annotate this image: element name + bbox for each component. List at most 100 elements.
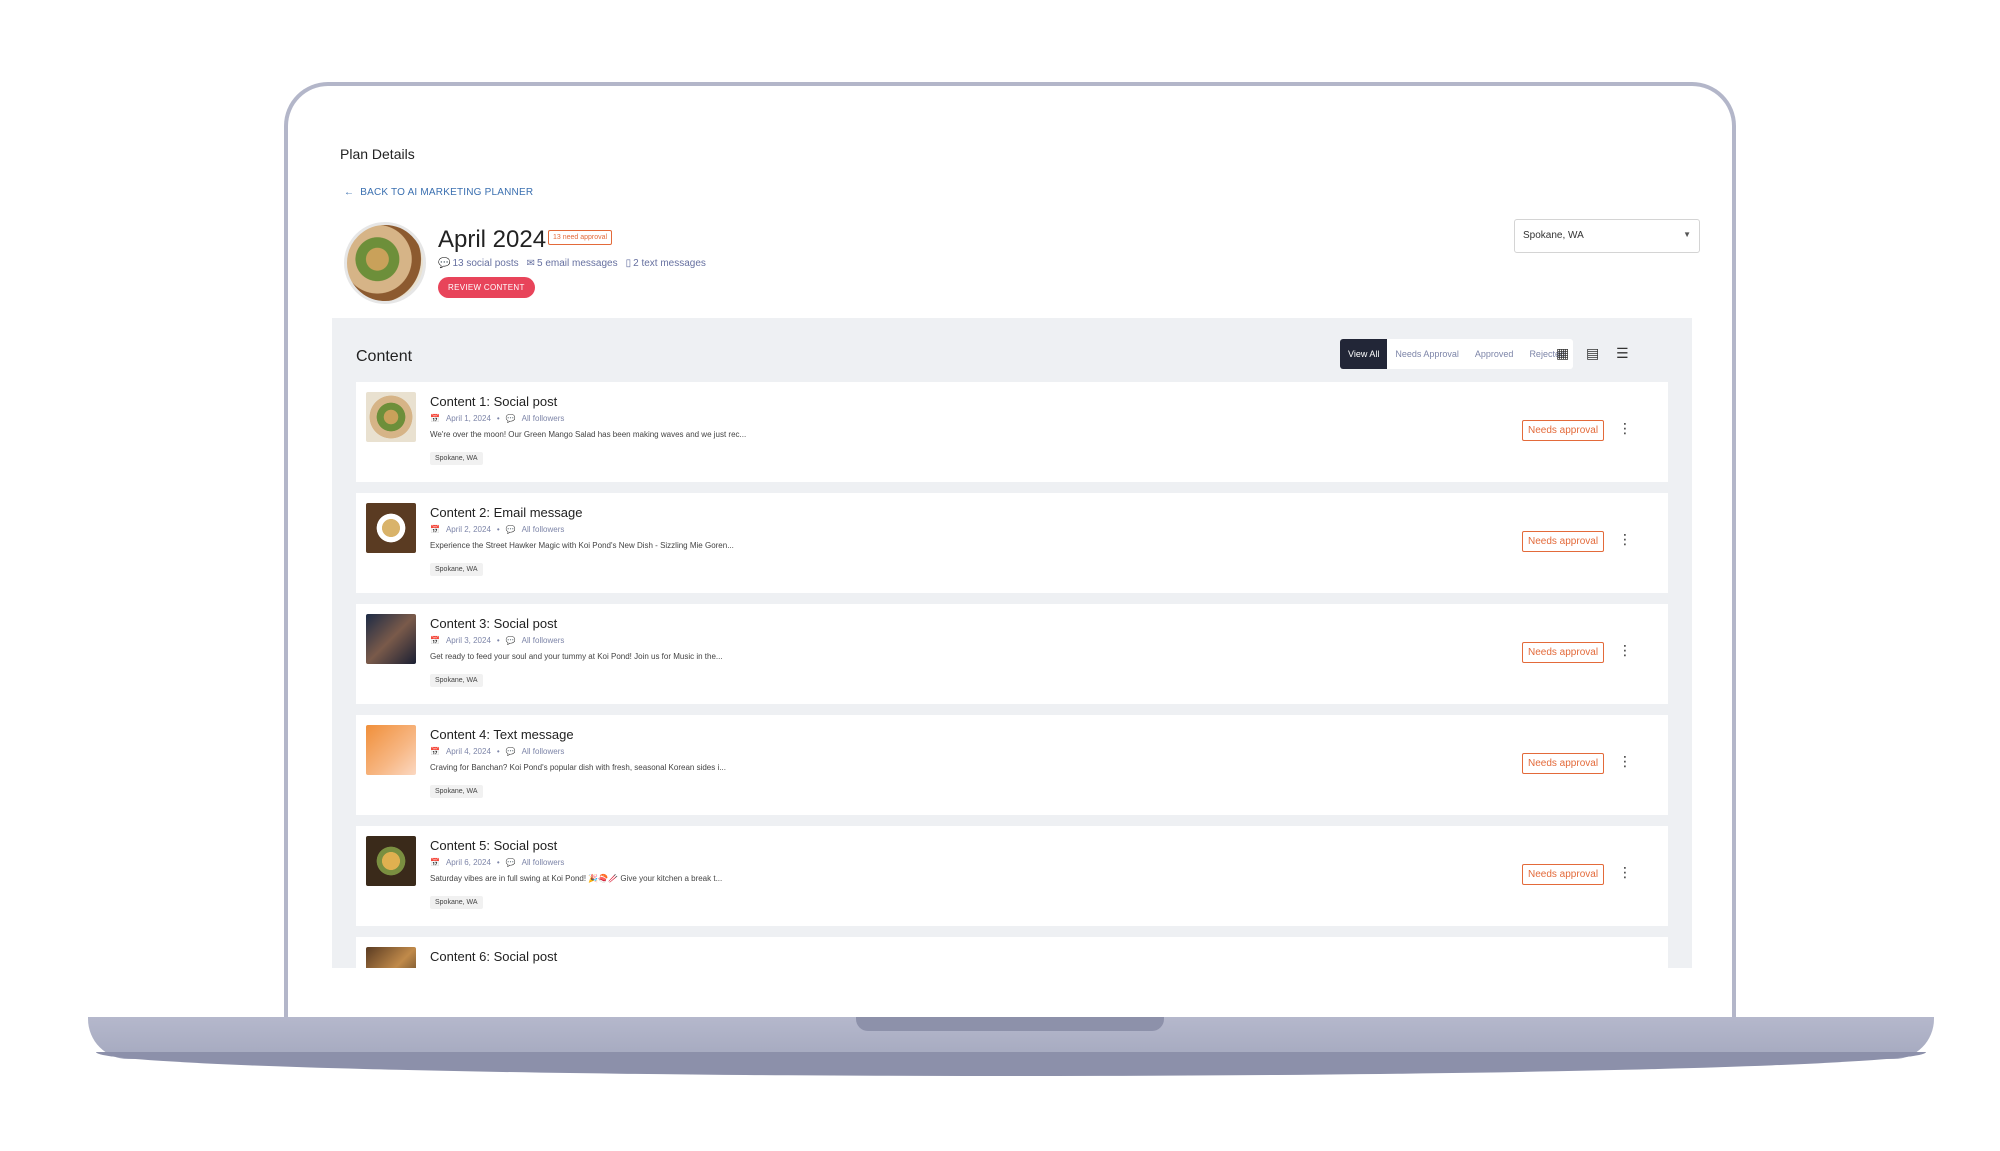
content-row[interactable]: Content 6: Social post bbox=[356, 937, 1668, 968]
location-tag: Spokane, WA bbox=[430, 563, 483, 576]
mail-icon: ✉ bbox=[526, 258, 535, 269]
calendar-icon: 📅 bbox=[430, 747, 440, 756]
dot-separator: • bbox=[496, 747, 500, 756]
content-row[interactable]: Content 1: Social post 📅 April 1, 2024 •… bbox=[356, 382, 1668, 482]
plan-stats: 💬 13 social posts ✉ 5 email messages ▯ 2 te… bbox=[438, 258, 706, 269]
content-title: Content 2: Email message bbox=[430, 505, 583, 520]
content-meta: 📅 April 3, 2024 • 💬 All followers bbox=[430, 636, 564, 645]
content-meta: 📅 April 6, 2024 • 💬 All followers bbox=[430, 858, 564, 867]
location-tag: Spokane, WA bbox=[430, 452, 483, 465]
content-thumbnail bbox=[366, 503, 416, 553]
content-title: Content 3: Social post bbox=[430, 616, 558, 631]
content-meta: 📅 April 2, 2024 • 💬 All followers bbox=[430, 525, 564, 534]
status-badge: Needs approval bbox=[1522, 642, 1605, 663]
text-stat: ▯ 2 text messages bbox=[626, 258, 706, 269]
more-options-icon[interactable]: ⋮ bbox=[1618, 531, 1632, 548]
content-panel: Content View All Needs Approval Approved… bbox=[332, 318, 1692, 968]
plan-month-title: April 2024 bbox=[438, 226, 547, 253]
content-audience: All followers bbox=[521, 525, 565, 534]
social-stat: 💬 13 social posts bbox=[438, 258, 519, 269]
laptop-screen: Plan Details ← BACK TO AI MARKETING PLAN… bbox=[284, 82, 1736, 1032]
filter-approved[interactable]: Approved bbox=[1467, 339, 1522, 369]
content-date: April 1, 2024 bbox=[445, 414, 491, 423]
email-stat: ✉ 5 email messages bbox=[527, 258, 618, 269]
filter-view-all[interactable]: View All bbox=[1340, 339, 1388, 369]
content-thumbnail bbox=[366, 392, 416, 442]
dot-separator: • bbox=[496, 858, 500, 867]
content-audience: All followers bbox=[521, 747, 565, 756]
content-audience: All followers bbox=[521, 414, 565, 423]
back-link-label: BACK TO AI MARKETING PLANNER bbox=[360, 187, 534, 198]
phone-icon: ▯ bbox=[625, 258, 632, 269]
chat-icon: 💬 bbox=[438, 258, 451, 269]
more-options-icon[interactable]: ⋮ bbox=[1618, 420, 1632, 437]
content-meta: 📅 April 1, 2024 • 💬 All followers bbox=[430, 414, 564, 423]
location-select[interactable]: Spokane, WA ▼ bbox=[1514, 219, 1700, 253]
content-title: Content 4: Text message bbox=[430, 727, 574, 742]
content-preview: Experience the Street Hawker Magic with … bbox=[430, 541, 734, 550]
location-tag: Spokane, WA bbox=[430, 785, 483, 798]
status-badge: Needs approval bbox=[1522, 531, 1605, 552]
social-stat-label: 13 social posts bbox=[452, 258, 519, 269]
content-date: April 4, 2024 bbox=[445, 747, 491, 756]
content-thumbnail bbox=[366, 947, 416, 968]
chevron-down-icon: ▼ bbox=[1683, 230, 1691, 239]
more-options-icon[interactable]: ⋮ bbox=[1618, 642, 1632, 659]
content-audience: All followers bbox=[521, 636, 565, 645]
content-row[interactable]: Content 4: Text message 📅 April 4, 2024 … bbox=[356, 715, 1668, 815]
content-preview: Saturday vibes are in full swing at Koi … bbox=[430, 874, 723, 883]
status-badge: Needs approval bbox=[1522, 420, 1605, 441]
chat-icon: 💬 bbox=[505, 747, 516, 756]
filter-needs-approval[interactable]: Needs Approval bbox=[1387, 339, 1467, 369]
chat-icon: 💬 bbox=[505, 414, 516, 423]
content-preview: Craving for Banchan? Koi Pond's popular … bbox=[430, 763, 726, 772]
more-options-icon[interactable]: ⋮ bbox=[1618, 864, 1632, 881]
status-badge: Needs approval bbox=[1522, 753, 1605, 774]
arrow-left-icon: ← bbox=[344, 187, 355, 198]
content-date: April 3, 2024 bbox=[445, 636, 491, 645]
content-heading: Content bbox=[356, 348, 413, 365]
content-row[interactable]: Content 2: Email message 📅 April 2, 2024… bbox=[356, 493, 1668, 593]
dot-separator: • bbox=[496, 414, 500, 423]
dot-separator: • bbox=[496, 525, 500, 534]
content-thumbnail bbox=[366, 725, 416, 775]
email-stat-label: 5 email messages bbox=[537, 258, 618, 269]
content-row[interactable]: Content 5: Social post 📅 April 6, 2024 •… bbox=[356, 826, 1668, 926]
chat-icon: 💬 bbox=[505, 525, 516, 534]
page-title: Plan Details bbox=[340, 146, 415, 162]
chat-icon: 💬 bbox=[505, 636, 516, 645]
list-view-icon[interactable]: ☰ bbox=[1616, 345, 1629, 362]
content-preview: Get ready to feed your soul and your tum… bbox=[430, 652, 723, 661]
content-date: April 2, 2024 bbox=[445, 525, 491, 534]
content-thumbnail bbox=[366, 614, 416, 664]
content-thumbnail bbox=[366, 836, 416, 886]
plan-image bbox=[344, 222, 426, 304]
back-link[interactable]: ← BACK TO AI MARKETING PLANNER bbox=[344, 187, 533, 198]
content-title: Content 5: Social post bbox=[430, 838, 558, 853]
laptop-notch bbox=[856, 1017, 1164, 1031]
content-audience: All followers bbox=[521, 858, 565, 867]
laptop-base-bottom bbox=[96, 1052, 1926, 1076]
calendar-icon: 📅 bbox=[430, 525, 440, 534]
content-date: April 6, 2024 bbox=[445, 858, 491, 867]
content-meta: 📅 April 4, 2024 • 💬 All followers bbox=[430, 747, 564, 756]
approval-count-badge: 13 need approval bbox=[548, 230, 613, 245]
calendar-icon: 📅 bbox=[430, 858, 440, 867]
dot-separator: • bbox=[496, 636, 500, 645]
content-row[interactable]: Content 3: Social post 📅 April 3, 2024 •… bbox=[356, 604, 1668, 704]
chat-icon: 💬 bbox=[505, 858, 516, 867]
calendar-icon: 📅 bbox=[430, 636, 440, 645]
status-badge: Needs approval bbox=[1522, 864, 1605, 885]
more-options-icon[interactable]: ⋮ bbox=[1618, 753, 1632, 770]
filter-tabs: View All Needs Approval Approved Rejecte… bbox=[1340, 339, 1573, 369]
content-title: Content 6: Social post bbox=[430, 949, 558, 964]
content-title: Content 1: Social post bbox=[430, 394, 558, 409]
calendar-grid-icon[interactable]: ▤ bbox=[1586, 345, 1599, 362]
text-stat-label: 2 text messages bbox=[633, 258, 706, 269]
app: Plan Details ← BACK TO AI MARKETING PLAN… bbox=[332, 86, 1700, 1032]
location-tag: Spokane, WA bbox=[430, 896, 483, 909]
review-content-button[interactable]: REVIEW CONTENT bbox=[438, 277, 535, 298]
calendar-view-icon[interactable]: ▦ bbox=[1556, 345, 1569, 362]
content-preview: We're over the moon! Our Green Mango Sal… bbox=[430, 430, 747, 439]
calendar-icon: 📅 bbox=[430, 414, 440, 423]
